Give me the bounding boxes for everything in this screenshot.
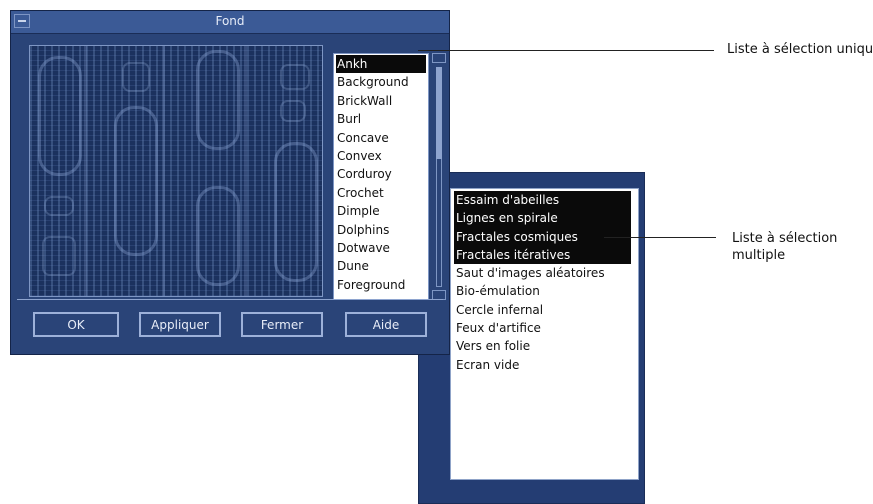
single-list-item[interactable]: Burl [334,110,428,128]
single-list-item[interactable]: Dolphins [334,221,428,239]
multi-list-item[interactable]: Essaim d'abeilles [454,191,631,210]
multiple-callout-line [604,237,716,238]
glyph-shape [44,196,74,216]
cartouche-shape [38,56,82,176]
dialog-titlebar[interactable]: Fond [11,11,449,34]
single-list-item[interactable]: Dune [334,257,428,275]
button-separator [17,299,443,300]
multi-list-item[interactable]: Lignes en spirale [454,209,631,228]
help-button[interactable]: Aide [345,312,427,337]
multi-list-item[interactable]: Fractales itératives [454,245,631,265]
single-callout-line [418,50,714,51]
pattern-preview [29,45,323,297]
single-list-item[interactable]: Foreground [334,276,428,294]
multi-list-item[interactable]: Cercle infernal [454,301,631,319]
multi-list-item[interactable]: Vers en folie [454,337,631,355]
apply-button[interactable]: Appliquer [139,312,221,337]
single-list-item[interactable]: Convex [334,147,428,165]
dialog-title: Fond [215,14,245,28]
list-scrollbar[interactable] [431,53,447,300]
single-list-item[interactable]: Corduroy [334,165,428,183]
glyph-shape [122,62,150,92]
cartouche-shape [114,106,158,256]
single-select-list[interactable]: Ankh Background BrickWall Burl Concave C… [333,53,429,300]
single-list-item[interactable]: Background [334,73,428,91]
single-list-item[interactable]: Concave [334,129,428,147]
cartouche-shape [196,50,240,150]
single-list-item[interactable]: Dimple [334,202,428,220]
cartouche-shape [274,142,318,282]
pattern-divider [244,46,247,296]
pattern-divider [162,46,165,296]
scroll-thumb[interactable] [436,67,442,159]
multi-list-item[interactable]: Saut d'images aléatoires [454,264,631,282]
glyph-shape [280,100,306,122]
pattern-divider [84,46,87,296]
scroll-up-arrow-icon[interactable] [432,53,446,63]
single-list-item[interactable]: Crochet [334,184,428,202]
glyph-shape [42,236,76,276]
single-callout-label: Liste à sélection unique [727,42,873,57]
glyph-shape [280,64,310,90]
cartouche-shape [196,186,240,286]
multi-list-item[interactable]: Bio-émulation [454,282,631,300]
multi-list-item[interactable]: Ecran vide [454,356,631,374]
single-list-item[interactable]: Dotwave [334,239,428,257]
single-list-item[interactable]: BrickWall [334,92,428,110]
multiple-callout-label: Liste à sélection multiple [732,231,838,263]
single-list-item[interactable]: Ankh [336,55,426,74]
multi-select-list[interactable]: Essaim d'abeilles Lignes en spirale Frac… [450,188,639,480]
multi-list-item[interactable]: Feux d'artifice [454,319,631,337]
ok-button[interactable]: OK [33,312,119,337]
background-dialog: Fond Ankh Background BrickWall Burl Conc… [10,10,450,355]
close-button[interactable]: Fermer [241,312,323,337]
